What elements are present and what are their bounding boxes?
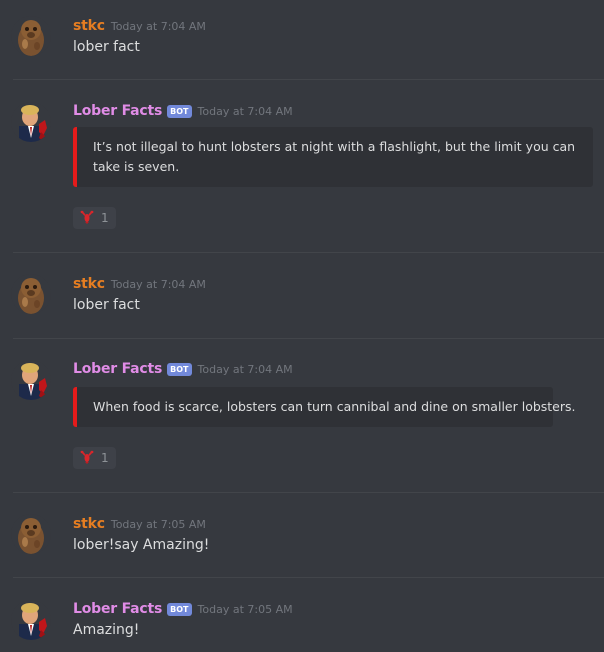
reaction-button[interactable]: 1: [73, 447, 116, 469]
username[interactable]: stkc: [73, 18, 105, 34]
message-divider: [13, 577, 604, 578]
stkc-avatar[interactable]: [11, 16, 51, 56]
timestamp: Today at 7:04 AM: [197, 362, 293, 376]
message-text: lober fact: [73, 297, 140, 313]
username[interactable]: Lober Facts: [73, 103, 162, 119]
message-header: Lober Facts BOT Today at 7:05 AM: [73, 599, 293, 619]
reaction-count: 1: [101, 211, 109, 225]
message-header: Lober Facts BOT Today at 7:04 AM: [73, 359, 293, 379]
message-text: Amazing!: [73, 622, 140, 638]
bot-badge: BOT: [167, 362, 192, 376]
bot-avatar[interactable]: [11, 600, 51, 640]
lobster-fact-embed: When food is scarce, lobsters can turn c…: [73, 387, 576, 427]
username[interactable]: stkc: [73, 516, 105, 532]
reaction-button[interactable]: 1: [73, 207, 116, 229]
bot-avatar[interactable]: [11, 360, 51, 400]
message-header: Lober Facts BOT Today at 7:04 AM: [73, 101, 293, 121]
message-divider: [13, 338, 604, 339]
username[interactable]: stkc: [73, 276, 105, 292]
message-text: lober fact: [73, 39, 140, 55]
message-header: stkc Today at 7:05 AM: [73, 514, 206, 534]
embed-text: When food is scarce, lobsters can turn c…: [93, 399, 576, 414]
message-text: lober!say Amazing!: [73, 537, 210, 553]
embed-text: It’s not illegal to hunt lobsters at nig…: [93, 139, 576, 174]
message-header: stkc Today at 7:04 AM: [73, 274, 206, 294]
message-divider: [13, 252, 604, 253]
bot-badge: BOT: [167, 602, 192, 616]
lobster-icon: [80, 209, 94, 228]
stkc-avatar[interactable]: [11, 514, 51, 554]
timestamp: Today at 7:04 AM: [110, 277, 206, 291]
message-divider: [13, 492, 604, 493]
timestamp: Today at 7:05 AM: [110, 517, 206, 531]
username[interactable]: Lober Facts: [73, 361, 162, 377]
timestamp: Today at 7:05 AM: [197, 602, 293, 616]
reaction-count: 1: [101, 451, 109, 465]
bot-avatar[interactable]: [11, 102, 51, 142]
stkc-avatar[interactable]: [11, 274, 51, 314]
bot-badge: BOT: [167, 104, 192, 118]
message-header: stkc Today at 7:04 AM: [73, 16, 206, 36]
lobster-icon: [80, 449, 94, 468]
timestamp: Today at 7:04 AM: [110, 19, 206, 33]
username[interactable]: Lober Facts: [73, 601, 162, 617]
message-divider: [13, 79, 604, 80]
timestamp: Today at 7:04 AM: [197, 104, 293, 118]
lobster-fact-embed: It’s not illegal to hunt lobsters at nig…: [73, 127, 593, 187]
